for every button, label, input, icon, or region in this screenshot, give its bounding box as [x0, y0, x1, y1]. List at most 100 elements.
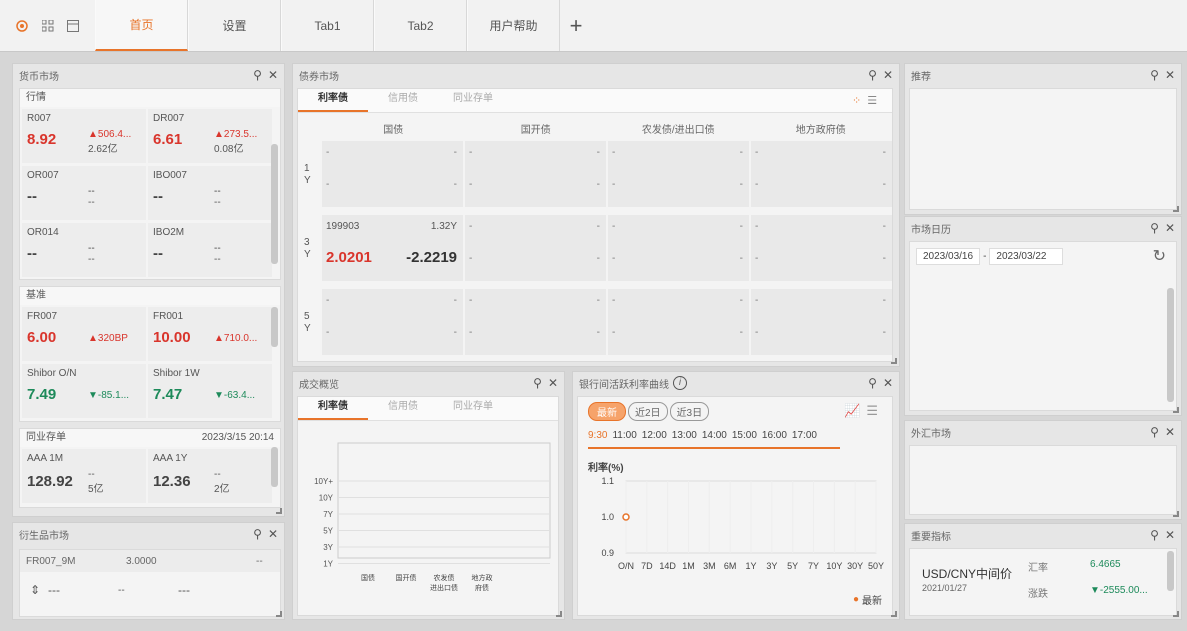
- scrollbar[interactable]: [1167, 288, 1174, 402]
- quote-cell[interactable]: IBO2M -- -- --: [148, 223, 272, 277]
- section-title: 同业存单: [26, 432, 66, 443]
- resize-handle[interactable]: [1173, 511, 1179, 517]
- col-header: 国债: [383, 125, 404, 136]
- tab-rate-bond[interactable]: 利率债: [298, 88, 368, 112]
- bond-cell[interactable]: - - - -: [608, 289, 749, 355]
- bond-cell[interactable]: - - - -: [608, 141, 749, 207]
- bond-cell[interactable]: - - - -: [751, 289, 892, 355]
- time-label[interactable]: 14:00: [702, 430, 727, 441]
- tab-credit-bond[interactable]: 信用债: [368, 88, 438, 112]
- scrollbar[interactable]: [271, 144, 278, 264]
- bond-code: 199903: [326, 221, 360, 232]
- ncd-cell[interactable]: AAA 1Y 12.36 -- 2亿: [148, 449, 272, 503]
- resize-handle[interactable]: [1173, 611, 1179, 617]
- latest-button[interactable]: 最新: [588, 402, 626, 421]
- tab-tab1[interactable]: Tab1: [281, 0, 374, 51]
- scrollbar[interactable]: [271, 307, 278, 347]
- menu-icon[interactable]: ☰: [867, 94, 877, 107]
- time-label[interactable]: 13:00: [672, 430, 697, 441]
- pin-icon[interactable]: ⚲: [868, 68, 877, 82]
- y-tick-label: 7Y: [323, 510, 333, 519]
- close-icon[interactable]: ✕: [548, 376, 558, 390]
- tab-credit-bond[interactable]: 信用债: [368, 396, 438, 420]
- tab-settings[interactable]: 设置: [188, 0, 281, 51]
- quote-cell[interactable]: OR014 -- -- --: [22, 223, 146, 277]
- date-to[interactable]: 2023/03/22: [989, 248, 1064, 265]
- quote-cell[interactable]: IBO007 -- -- --: [148, 166, 272, 220]
- grid-icon[interactable]: [41, 19, 55, 33]
- bond-cell[interactable]: - - - -: [465, 215, 606, 281]
- scrollbar[interactable]: [271, 447, 278, 487]
- benchmark-cell[interactable]: Shibor 1W 7.47 ▼-63.4...: [148, 364, 272, 418]
- refresh-icon[interactable]: ↻: [1153, 246, 1166, 266]
- scrollbar[interactable]: [1167, 551, 1174, 591]
- settings-icon[interactable]: [15, 19, 29, 33]
- time-label[interactable]: 17:00: [792, 430, 817, 441]
- close-icon[interactable]: ✕: [268, 68, 278, 82]
- pin-icon[interactable]: ⚲: [1150, 221, 1159, 235]
- quote-name: OR014: [27, 227, 59, 238]
- ncd-cell[interactable]: AAA 1M 128.92 -- 5亿: [22, 449, 146, 503]
- bond-cell[interactable]: - - - -: [751, 215, 892, 281]
- time-label[interactable]: 12:00: [642, 430, 667, 441]
- close-icon[interactable]: ✕: [1165, 528, 1175, 542]
- time-label[interactable]: 16:00: [762, 430, 787, 441]
- tab-ncd[interactable]: 同业存单: [438, 396, 508, 420]
- menu-icon[interactable]: ☰: [866, 403, 878, 419]
- pin-icon[interactable]: ⚲: [1150, 68, 1159, 82]
- add-tab-button[interactable]: +: [560, 0, 592, 51]
- tab-ncd[interactable]: 同业存单: [438, 88, 508, 112]
- pin-icon[interactable]: ⚲: [1150, 425, 1159, 439]
- close-icon[interactable]: ✕: [883, 376, 893, 390]
- bond-cell[interactable]: - - - -: [465, 289, 606, 355]
- quote-cell[interactable]: OR007 -- -- --: [22, 166, 146, 220]
- benchmark-cell[interactable]: FR001 10.00 ▲710.0...: [148, 307, 272, 361]
- bond-cell[interactable]: - - - -: [751, 141, 892, 207]
- time-label[interactable]: 15:00: [732, 430, 757, 441]
- resize-handle[interactable]: [891, 358, 897, 364]
- resize-handle[interactable]: [1173, 206, 1179, 212]
- close-icon[interactable]: ✕: [1165, 425, 1175, 439]
- pin-icon[interactable]: ⚲: [253, 68, 262, 82]
- date-from[interactable]: 2023/03/16: [916, 248, 981, 265]
- close-icon[interactable]: ✕: [1165, 221, 1175, 235]
- tab-help[interactable]: 用户帮助: [467, 0, 560, 51]
- resize-handle[interactable]: [276, 611, 282, 617]
- quote-cell[interactable]: R007 8.92 ▲506.4... 2.62亿: [22, 109, 146, 163]
- grid-icon[interactable]: ⁘: [852, 94, 861, 107]
- time-label[interactable]: 9:30: [588, 430, 607, 441]
- chart-icon[interactable]: 📈: [844, 403, 860, 419]
- pin-icon[interactable]: ⚲: [1150, 528, 1159, 542]
- bond-cell[interactable]: 199903 1.32Y 2.0201 -2.2219: [322, 215, 463, 281]
- bond-cell[interactable]: - - - -: [322, 141, 463, 207]
- 3day-button[interactable]: 近3日: [669, 402, 710, 421]
- resize-handle[interactable]: [1173, 407, 1179, 413]
- bond-cell[interactable]: - - - -: [322, 289, 463, 355]
- quote-value: --: [27, 188, 37, 205]
- resize-handle[interactable]: [891, 611, 897, 617]
- row-label: 3Y: [304, 237, 311, 260]
- bond-cell[interactable]: - - - -: [465, 141, 606, 207]
- resize-handle[interactable]: [556, 611, 562, 617]
- data-point[interactable]: [622, 513, 630, 521]
- bond-cell[interactable]: - - - -: [608, 215, 749, 281]
- tab-home[interactable]: 首页: [95, 0, 188, 51]
- pin-icon[interactable]: ⚲: [868, 376, 877, 390]
- tab-tab2[interactable]: Tab2: [374, 0, 467, 51]
- benchmark-section: 基准 FR007 6.00 ▲320BP FR001 10.00 ▲710.0... Shi…: [19, 286, 281, 422]
- 2day-button[interactable]: 近2日: [628, 402, 668, 421]
- pin-icon[interactable]: ⚲: [253, 527, 262, 541]
- benchmark-cell[interactable]: Shibor O/N 7.49 ▼-85.1...: [22, 364, 146, 418]
- info-icon[interactable]: i: [673, 376, 687, 390]
- close-icon[interactable]: ✕: [268, 527, 278, 541]
- close-icon[interactable]: ✕: [1165, 68, 1175, 82]
- benchmark-cell[interactable]: FR007 6.00 ▲320BP: [22, 307, 146, 361]
- layout-icon[interactable]: [66, 19, 80, 33]
- tab-rate-bond[interactable]: 利率债: [298, 396, 368, 420]
- quote-cell[interactable]: DR007 6.61 ▲273.5... 0.08亿: [148, 109, 272, 163]
- pin-icon[interactable]: ⚲: [533, 376, 542, 390]
- time-label[interactable]: 11:00: [612, 430, 636, 441]
- change-label: 涨跌: [1028, 589, 1048, 600]
- resize-handle[interactable]: [276, 508, 282, 514]
- close-icon[interactable]: ✕: [883, 68, 893, 82]
